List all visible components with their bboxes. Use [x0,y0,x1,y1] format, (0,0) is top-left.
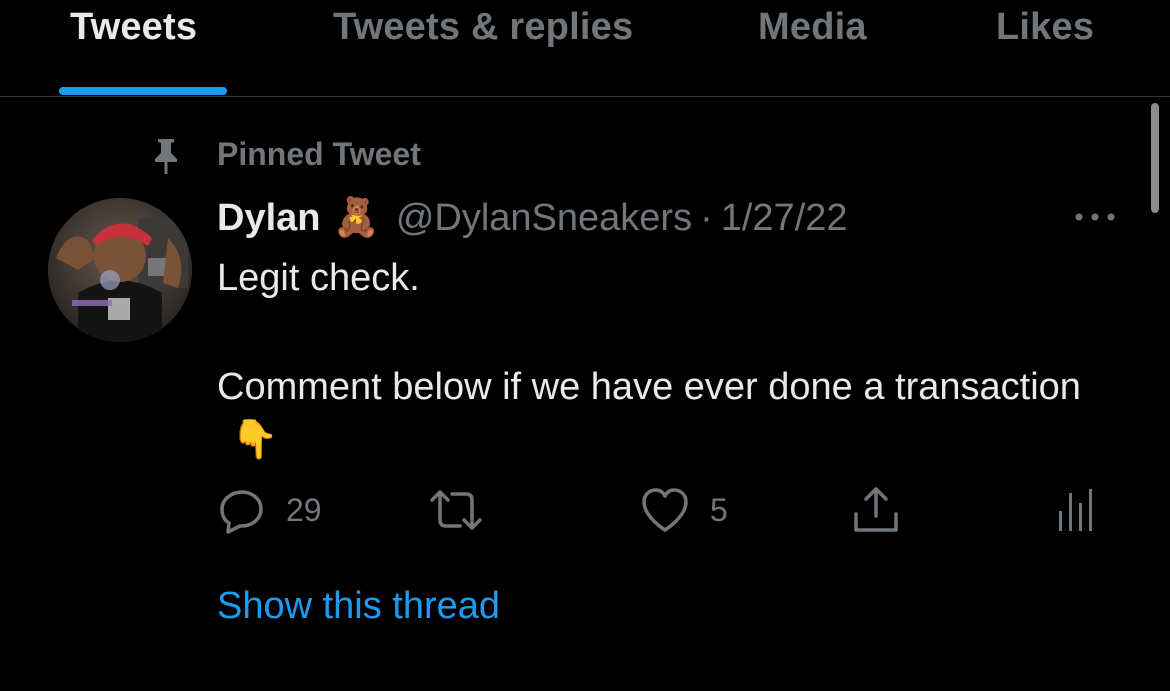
tweet-header: Dylan 🧸 @DylanSneakers · 1/27/22 [217,193,848,243]
like-button[interactable]: 5 [640,480,728,540]
active-tab-indicator [59,87,227,95]
reply-button[interactable]: 29 [218,480,322,540]
tweet-date[interactable]: 1/27/22 [721,197,848,240]
scrollbar[interactable] [1151,103,1159,213]
like-count: 5 [710,491,728,528]
tweet-actions: 29 5 [0,480,1170,540]
tab-media[interactable]: Media [758,6,867,49]
retweet-icon [430,490,482,530]
share-icon [854,487,898,532]
display-name[interactable]: Dylan [217,197,320,240]
show-thread-link[interactable]: Show this thread [217,585,500,628]
retweet-button[interactable] [428,480,484,540]
tweet-text-body: Comment below if we have ever done a tra… [217,366,1081,408]
tab-likes[interactable]: Likes [996,6,1094,49]
pinned-tweet-label: Pinned Tweet [217,136,421,172]
tab-tweets-and-replies[interactable]: Tweets & replies [333,6,633,49]
heart-icon [642,488,688,532]
analytics-icon [1059,489,1092,531]
tweet-text-line: Comment below if we have ever done a tra… [217,361,1097,467]
more-options-icon[interactable] [1070,205,1120,229]
separator-dot: · [700,196,713,239]
pin-icon [146,136,186,176]
user-handle[interactable]: @DylanSneakers [396,197,692,240]
tab-tweets[interactable]: Tweets [70,6,197,49]
analytics-button[interactable] [1056,480,1096,540]
pointing-down-emoji: 👇 [231,419,279,461]
reply-icon [220,490,263,534]
tweet-text-line: Legit check. [217,257,420,299]
teddy-bear-emoji: 🧸 [332,197,380,239]
tweet-text: Legit check. Comment below if we have ev… [217,252,1097,467]
avatar[interactable] [48,198,192,342]
profile-tabs: Tweets Tweets & replies Media Likes [0,0,1170,97]
reply-count: 29 [286,491,322,528]
share-button[interactable] [850,480,902,540]
